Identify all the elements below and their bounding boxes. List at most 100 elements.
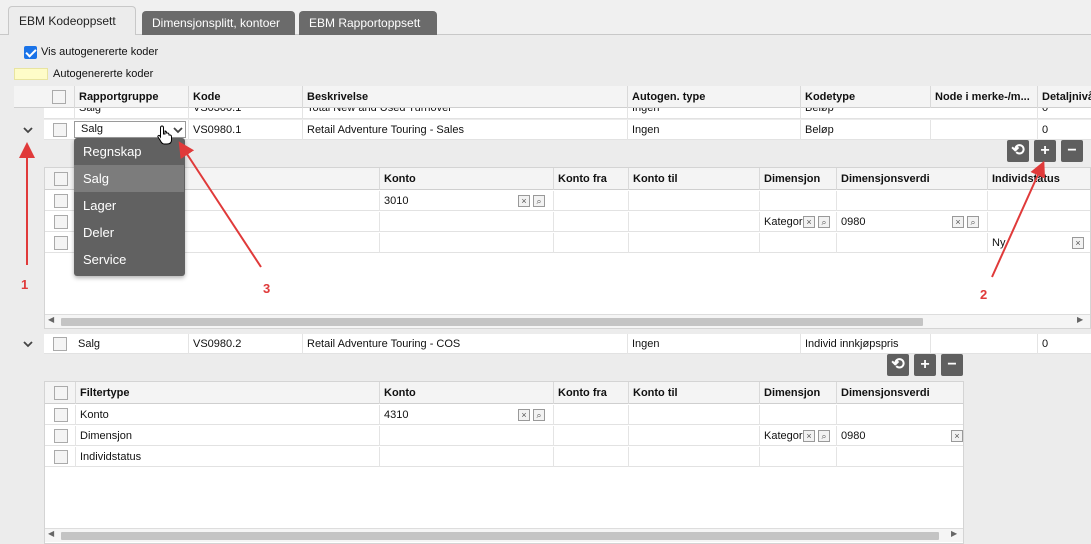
- cell: [836, 191, 987, 211]
- minus-icon: −: [1067, 142, 1077, 159]
- col-kode[interactable]: Kode: [188, 86, 302, 108]
- refresh-button[interactable]: ⟲: [1007, 140, 1029, 162]
- cell: [628, 191, 759, 211]
- clear-icon[interactable]: ×: [803, 216, 815, 228]
- table-row[interactable]: 3010 × ⌕: [45, 191, 1090, 211]
- row-checkbox[interactable]: [54, 194, 68, 208]
- clear-icon[interactable]: ×: [518, 195, 530, 207]
- search-icon[interactable]: ⌕: [533, 195, 545, 207]
- cell-filtertype: Individstatus: [75, 447, 379, 467]
- scrollbar-thumb[interactable]: [61, 532, 939, 540]
- scrollbar-thumb[interactable]: [61, 318, 923, 326]
- row-checkbox[interactable]: [54, 236, 68, 250]
- clear-icon[interactable]: ×: [518, 409, 530, 421]
- refresh-button[interactable]: ⟲: [887, 354, 909, 376]
- tab-bar: EBM Kodeoppsett Dimensjonsplitt, kontoer…: [0, 0, 1091, 35]
- col-autogen-type[interactable]: Autogen. type: [627, 86, 800, 108]
- cell-autogen: Ingen: [627, 120, 660, 140]
- row-checkbox[interactable]: [53, 123, 67, 137]
- table-row[interactable]: Konto 4310 × ⌕: [45, 405, 963, 425]
- col-konto-til[interactable]: Konto til: [628, 168, 759, 190]
- clear-icon[interactable]: ×: [952, 216, 964, 228]
- scroll-right-icon[interactable]: ▶: [951, 529, 957, 538]
- tab-dimensjonsplitt[interactable]: Dimensjonsplitt, kontoer: [142, 11, 295, 35]
- dimval-field[interactable]: 0980: [836, 212, 987, 232]
- cell-konto: [379, 426, 553, 446]
- clear-icon[interactable]: ×: [803, 430, 815, 442]
- remove-row-button[interactable]: −: [1061, 140, 1083, 162]
- search-icon[interactable]: ⌕: [818, 430, 830, 442]
- col-konto-fra[interactable]: Konto fra: [553, 382, 628, 404]
- tab-ebm-rapportoppsett[interactable]: EBM Rapportoppsett: [299, 11, 437, 35]
- menu-item-salg[interactable]: Salg: [74, 165, 184, 192]
- col-dimensjon[interactable]: Dimensjon: [759, 382, 836, 404]
- search-icon[interactable]: ⌕: [967, 216, 979, 228]
- cell: [987, 212, 1090, 232]
- col-konto[interactable]: Konto: [379, 382, 553, 404]
- remove-row-button[interactable]: −: [941, 354, 963, 376]
- row-checkbox[interactable]: [54, 215, 68, 229]
- horizontal-scrollbar[interactable]: ◀ ▶: [45, 314, 1090, 328]
- add-row-button[interactable]: +: [1034, 140, 1056, 162]
- show-autogen-checkbox[interactable]: [24, 46, 37, 59]
- table-row[interactable]: Ny ×: [45, 233, 1090, 253]
- table-row[interactable]: Salg VS0980.2 Retail Adventure Touring -…: [44, 334, 1091, 354]
- collapse-chevron-icon[interactable]: [23, 125, 33, 135]
- select-all-checkbox[interactable]: [54, 172, 68, 186]
- scroll-right-icon[interactable]: ▶: [1077, 315, 1083, 324]
- col-konto[interactable]: Konto: [379, 168, 553, 190]
- dimval-field[interactable]: 0980: [836, 426, 963, 446]
- plus-icon: +: [920, 356, 930, 373]
- row-checkbox[interactable]: [54, 450, 68, 464]
- scroll-left-icon[interactable]: ◀: [48, 315, 54, 324]
- cell-node: [930, 120, 1037, 140]
- add-row-button[interactable]: +: [914, 354, 936, 376]
- clear-icon[interactable]: ×: [951, 430, 963, 442]
- row-checkbox[interactable]: [54, 408, 68, 422]
- col-individstatus[interactable]: Individstatus: [987, 168, 1090, 190]
- menu-item-service[interactable]: Service: [74, 246, 184, 273]
- cell: [553, 191, 628, 211]
- col-filtertype[interactable]: Filtertype: [75, 382, 379, 404]
- col-dimensjonsverdi[interactable]: Dimensjonsverdi: [836, 382, 963, 404]
- cell: [759, 233, 836, 253]
- horizontal-scrollbar[interactable]: ◀ ▶: [45, 528, 963, 542]
- collapse-chevron-icon[interactable]: [23, 339, 33, 349]
- hand-cursor-icon: [157, 125, 172, 145]
- col-beskrivelse[interactable]: Beskrivelse: [302, 86, 627, 108]
- cell-kodetype: Individ innkjøpspris: [800, 334, 899, 354]
- cell: Salg: [74, 108, 101, 118]
- col-rapportgruppe[interactable]: Rapportgruppe: [74, 86, 188, 108]
- cell: [553, 212, 628, 232]
- search-icon[interactable]: ⌕: [533, 409, 545, 421]
- table-row[interactable]: Kategori × ⌕ 0980 × ⌕: [45, 212, 1090, 232]
- table-row[interactable]: Salg VS0980.1 Retail Adventure Touring -…: [44, 120, 1091, 140]
- col-node[interactable]: Node i merke-/m...: [930, 86, 1037, 108]
- row-checkbox[interactable]: [53, 337, 67, 351]
- row-checkbox[interactable]: [54, 429, 68, 443]
- col-kodetype[interactable]: Kodetype: [800, 86, 930, 108]
- menu-item-deler[interactable]: Deler: [74, 219, 184, 246]
- clear-icon[interactable]: ×: [1072, 237, 1084, 249]
- col-konto-fra[interactable]: Konto fra: [553, 168, 628, 190]
- menu-item-lager[interactable]: Lager: [74, 192, 184, 219]
- show-autogen-label: Vis autogenererte koder: [41, 46, 159, 58]
- table-row[interactable]: Dimensjon Kategori × ⌕ 0980 ×: [45, 426, 963, 446]
- scroll-left-icon[interactable]: ◀: [48, 529, 54, 538]
- cell-beskrivelse: Retail Adventure Touring - COS: [302, 334, 460, 354]
- col-detaljniva[interactable]: Detaljnivå: [1037, 86, 1091, 108]
- select-all-checkbox[interactable]: [54, 386, 68, 400]
- tab-ebm-kodeoppsett[interactable]: EBM Kodeoppsett: [8, 6, 136, 35]
- search-icon[interactable]: ⌕: [818, 216, 830, 228]
- dimval-value: 0980: [841, 216, 866, 228]
- sub-grid-1: Filtertype Konto Konto fra Konto til Dim…: [44, 167, 1091, 329]
- col-dimensjon[interactable]: Dimensjon: [759, 168, 836, 190]
- col-dimensjonsverdi[interactable]: Dimensjonsverdi: [836, 168, 987, 190]
- cell: [836, 405, 963, 425]
- select-all-checkbox[interactable]: [52, 90, 66, 104]
- table-row-partial[interactable]: Salg VS0300.1 Total New and Used Turnove…: [44, 108, 1091, 119]
- dimensjon-value: Kategori: [764, 216, 805, 228]
- col-konto-til[interactable]: Konto til: [628, 382, 759, 404]
- table-row[interactable]: Individstatus: [45, 447, 963, 467]
- cell-konto: [379, 212, 553, 232]
